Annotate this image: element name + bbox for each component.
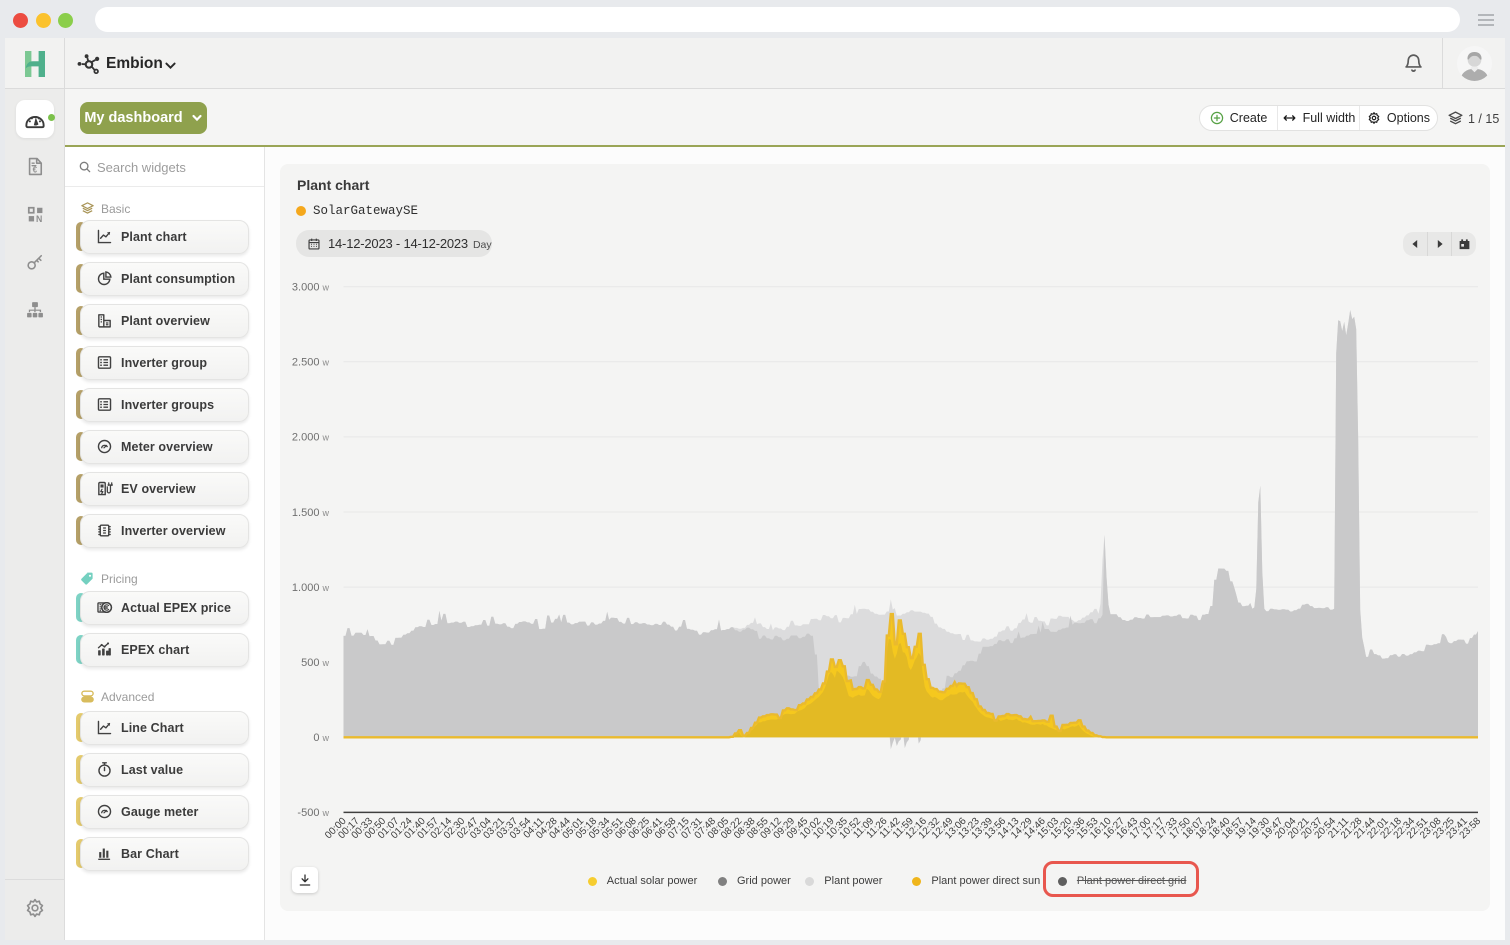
svg-text:500 w: 500 w xyxy=(301,657,329,669)
svg-text:1.500 w: 1.500 w xyxy=(292,507,330,519)
svg-text:0 w: 0 w xyxy=(313,732,329,744)
svg-text:1.000 w: 1.000 w xyxy=(292,582,330,594)
svg-text:2.500 w: 2.500 w xyxy=(292,357,330,369)
svg-text:2.000 w: 2.000 w xyxy=(292,432,330,444)
svg-text:-500 w: -500 w xyxy=(297,807,329,819)
svg-text:3.000 w: 3.000 w xyxy=(292,282,330,294)
